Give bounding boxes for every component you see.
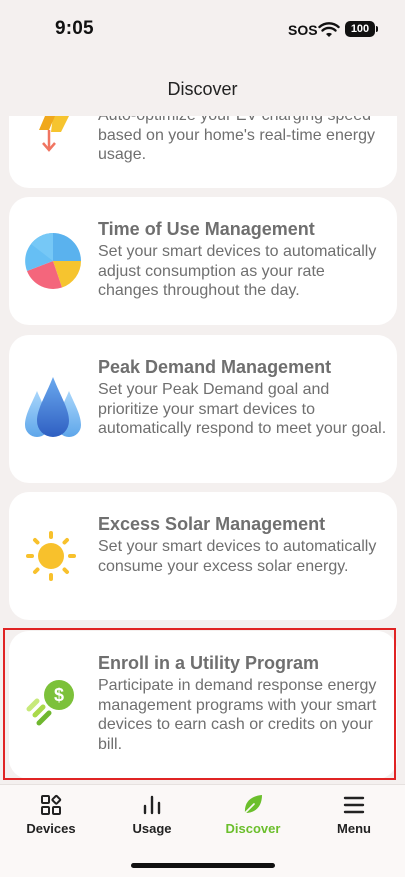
status-bar: 9:05 SOS 100: [0, 0, 405, 62]
tab-discover[interactable]: Discover: [208, 793, 298, 836]
tab-devices[interactable]: Devices: [6, 793, 96, 836]
battery-indicator: 100: [345, 21, 375, 37]
status-time: 9:05: [55, 18, 94, 39]
card-ev-charging[interactable]: Auto-optimize your EV charging speed bas…: [9, 116, 397, 188]
card-time-of-use[interactable]: Time of Use Management Set your smart de…: [9, 197, 397, 325]
card-description: Set your smart devices to automatically …: [98, 538, 377, 575]
card-description: Auto-optimize your EV charging speed bas…: [98, 116, 375, 164]
tab-label: Menu: [337, 821, 371, 836]
leaf-icon: [242, 795, 262, 816]
battery-tip: [376, 26, 378, 32]
wifi-icon: [318, 22, 340, 37]
sun-icon: [26, 531, 76, 581]
tab-label: Devices: [26, 821, 76, 836]
ev-charging-icon: [39, 116, 69, 152]
card-peak-demand[interactable]: Peak Demand Management Set your Peak Dem…: [9, 335, 397, 483]
tab-menu[interactable]: Menu: [309, 793, 399, 836]
card-title: Peak Demand Management: [98, 357, 332, 377]
tab-label: Discover: [225, 821, 281, 836]
hamburger-menu-icon: [343, 796, 365, 814]
card-title: Excess Solar Management: [98, 514, 326, 534]
sos-indicator: SOS: [288, 22, 318, 38]
home-indicator[interactable]: [131, 863, 275, 868]
page-title: Discover: [167, 79, 238, 99]
tab-usage[interactable]: Usage: [107, 793, 197, 836]
card-description: Set your smart devices to automatically …: [98, 243, 377, 300]
bar-chart-icon: [143, 795, 161, 815]
selection-highlight: [3, 628, 396, 780]
card-excess-solar[interactable]: Excess Solar Management Set your smart d…: [9, 492, 397, 620]
card-title: Time of Use Management: [98, 219, 315, 239]
card-description: Set your Peak Demand goal and prioritize…: [98, 381, 387, 438]
peaks-icon: [25, 377, 81, 437]
devices-icon: [41, 794, 62, 815]
pie-chart-icon: [25, 233, 81, 289]
tab-label: Usage: [132, 821, 172, 836]
